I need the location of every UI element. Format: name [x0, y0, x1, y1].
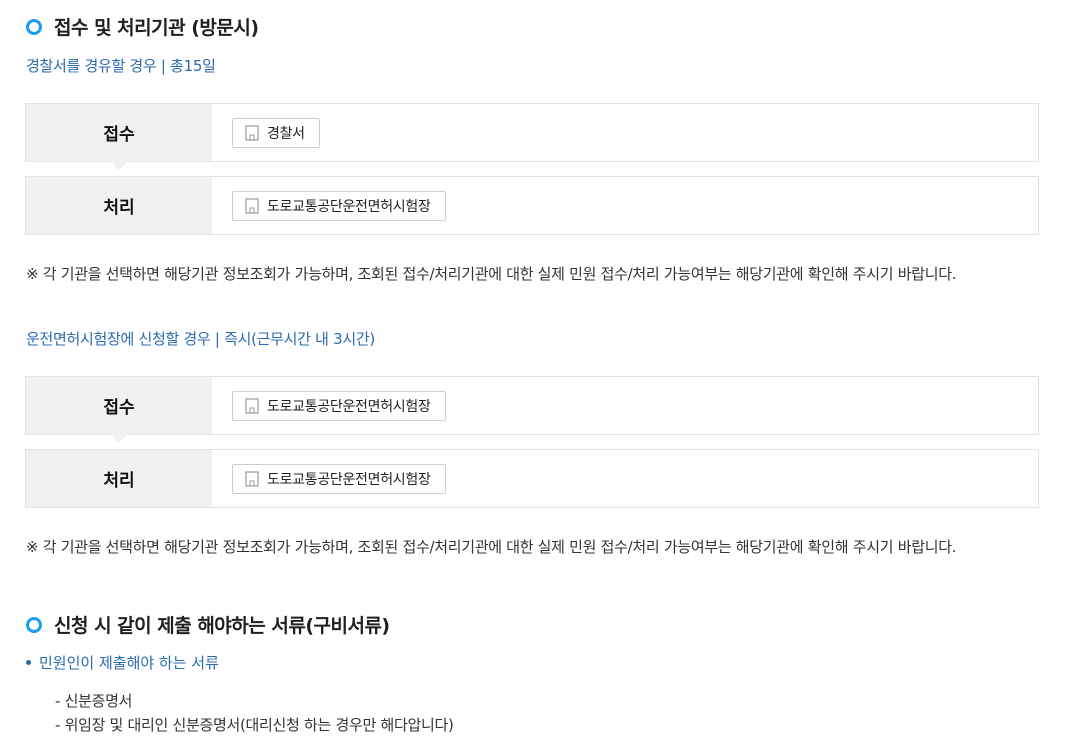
flow-row-process: 처리 도로교통공단운전면허시험장 [25, 176, 1039, 235]
notice-text: ※ 각 기관을 선택하면 해당기관 정보조회가 가능하며, 조회된 접수/처리기… [26, 265, 957, 283]
building-icon [245, 124, 259, 141]
notice-text: ※ 각 기관을 선택하면 해당기관 정보조회가 가능하며, 조회된 접수/처리기… [26, 538, 957, 556]
doc-item: - 위임장 및 대리인 신분증명서(대리신청 하는 경우만 해다압니다) [55, 716, 454, 734]
route-test-center-label: 운전면허시험장에 신청할 경우 | 즉시(근무시간 내 3시간) [26, 330, 375, 348]
agency-name: 경찰서 [267, 125, 305, 142]
section-title-agencies: 접수 및 처리기관 (방문시) [26, 13, 259, 40]
section-title-text: 신청 시 같이 제출 해야하는 서류(구비서류) [54, 615, 390, 637]
flow-row-receive: 접수 경찰서 [25, 103, 1039, 170]
flow-row-receive: 접수 도로교통공단운전면허시험장 [25, 376, 1039, 443]
doc-item: - 신분증명서 [55, 692, 133, 710]
circle-ring-icon [26, 18, 42, 35]
doc-subhead-text: 민원인이 제출해야 하는 서류 [39, 654, 219, 672]
building-icon [245, 397, 259, 414]
agency-name: 도로교통공단운전면허시험장 [267, 398, 431, 415]
flow-head-process: 처리 [26, 177, 212, 234]
agency-name: 도로교통공단운전면허시험장 [267, 198, 431, 215]
agency-button[interactable]: 도로교통공단운전면허시험장 [232, 390, 446, 421]
section-title-documents: 신청 시 같이 제출 해야하는 서류(구비서류) [26, 611, 390, 638]
agency-name: 도로교통공단운전면허시험장 [267, 471, 431, 488]
section-title-text: 접수 및 처리기관 (방문시) [54, 17, 259, 39]
page: 접수 및 처리기관 (방문시) 경찰서를 경유할 경우 | 총15일 접수 경찰… [0, 0, 1066, 756]
flow-row-process: 처리 도로교통공단운전면허시험장 [25, 449, 1039, 508]
agency-button[interactable]: 경찰서 [232, 117, 320, 148]
flow-head-receive: 접수 [26, 104, 212, 170]
flow-head-receive: 접수 [26, 377, 212, 443]
doc-subhead: 민원인이 제출해야 하는 서류 [26, 652, 219, 673]
flow-head-process: 처리 [26, 450, 212, 507]
agency-button[interactable]: 도로교통공단운전면허시험장 [232, 190, 446, 221]
building-icon [245, 470, 259, 487]
circle-ring-icon [26, 616, 42, 633]
route-police-label: 경찰서를 경유할 경우 | 총15일 [26, 57, 216, 75]
building-icon [245, 197, 259, 214]
bullet-dot-icon [26, 660, 31, 665]
agency-button[interactable]: 도로교통공단운전면허시험장 [232, 463, 446, 494]
